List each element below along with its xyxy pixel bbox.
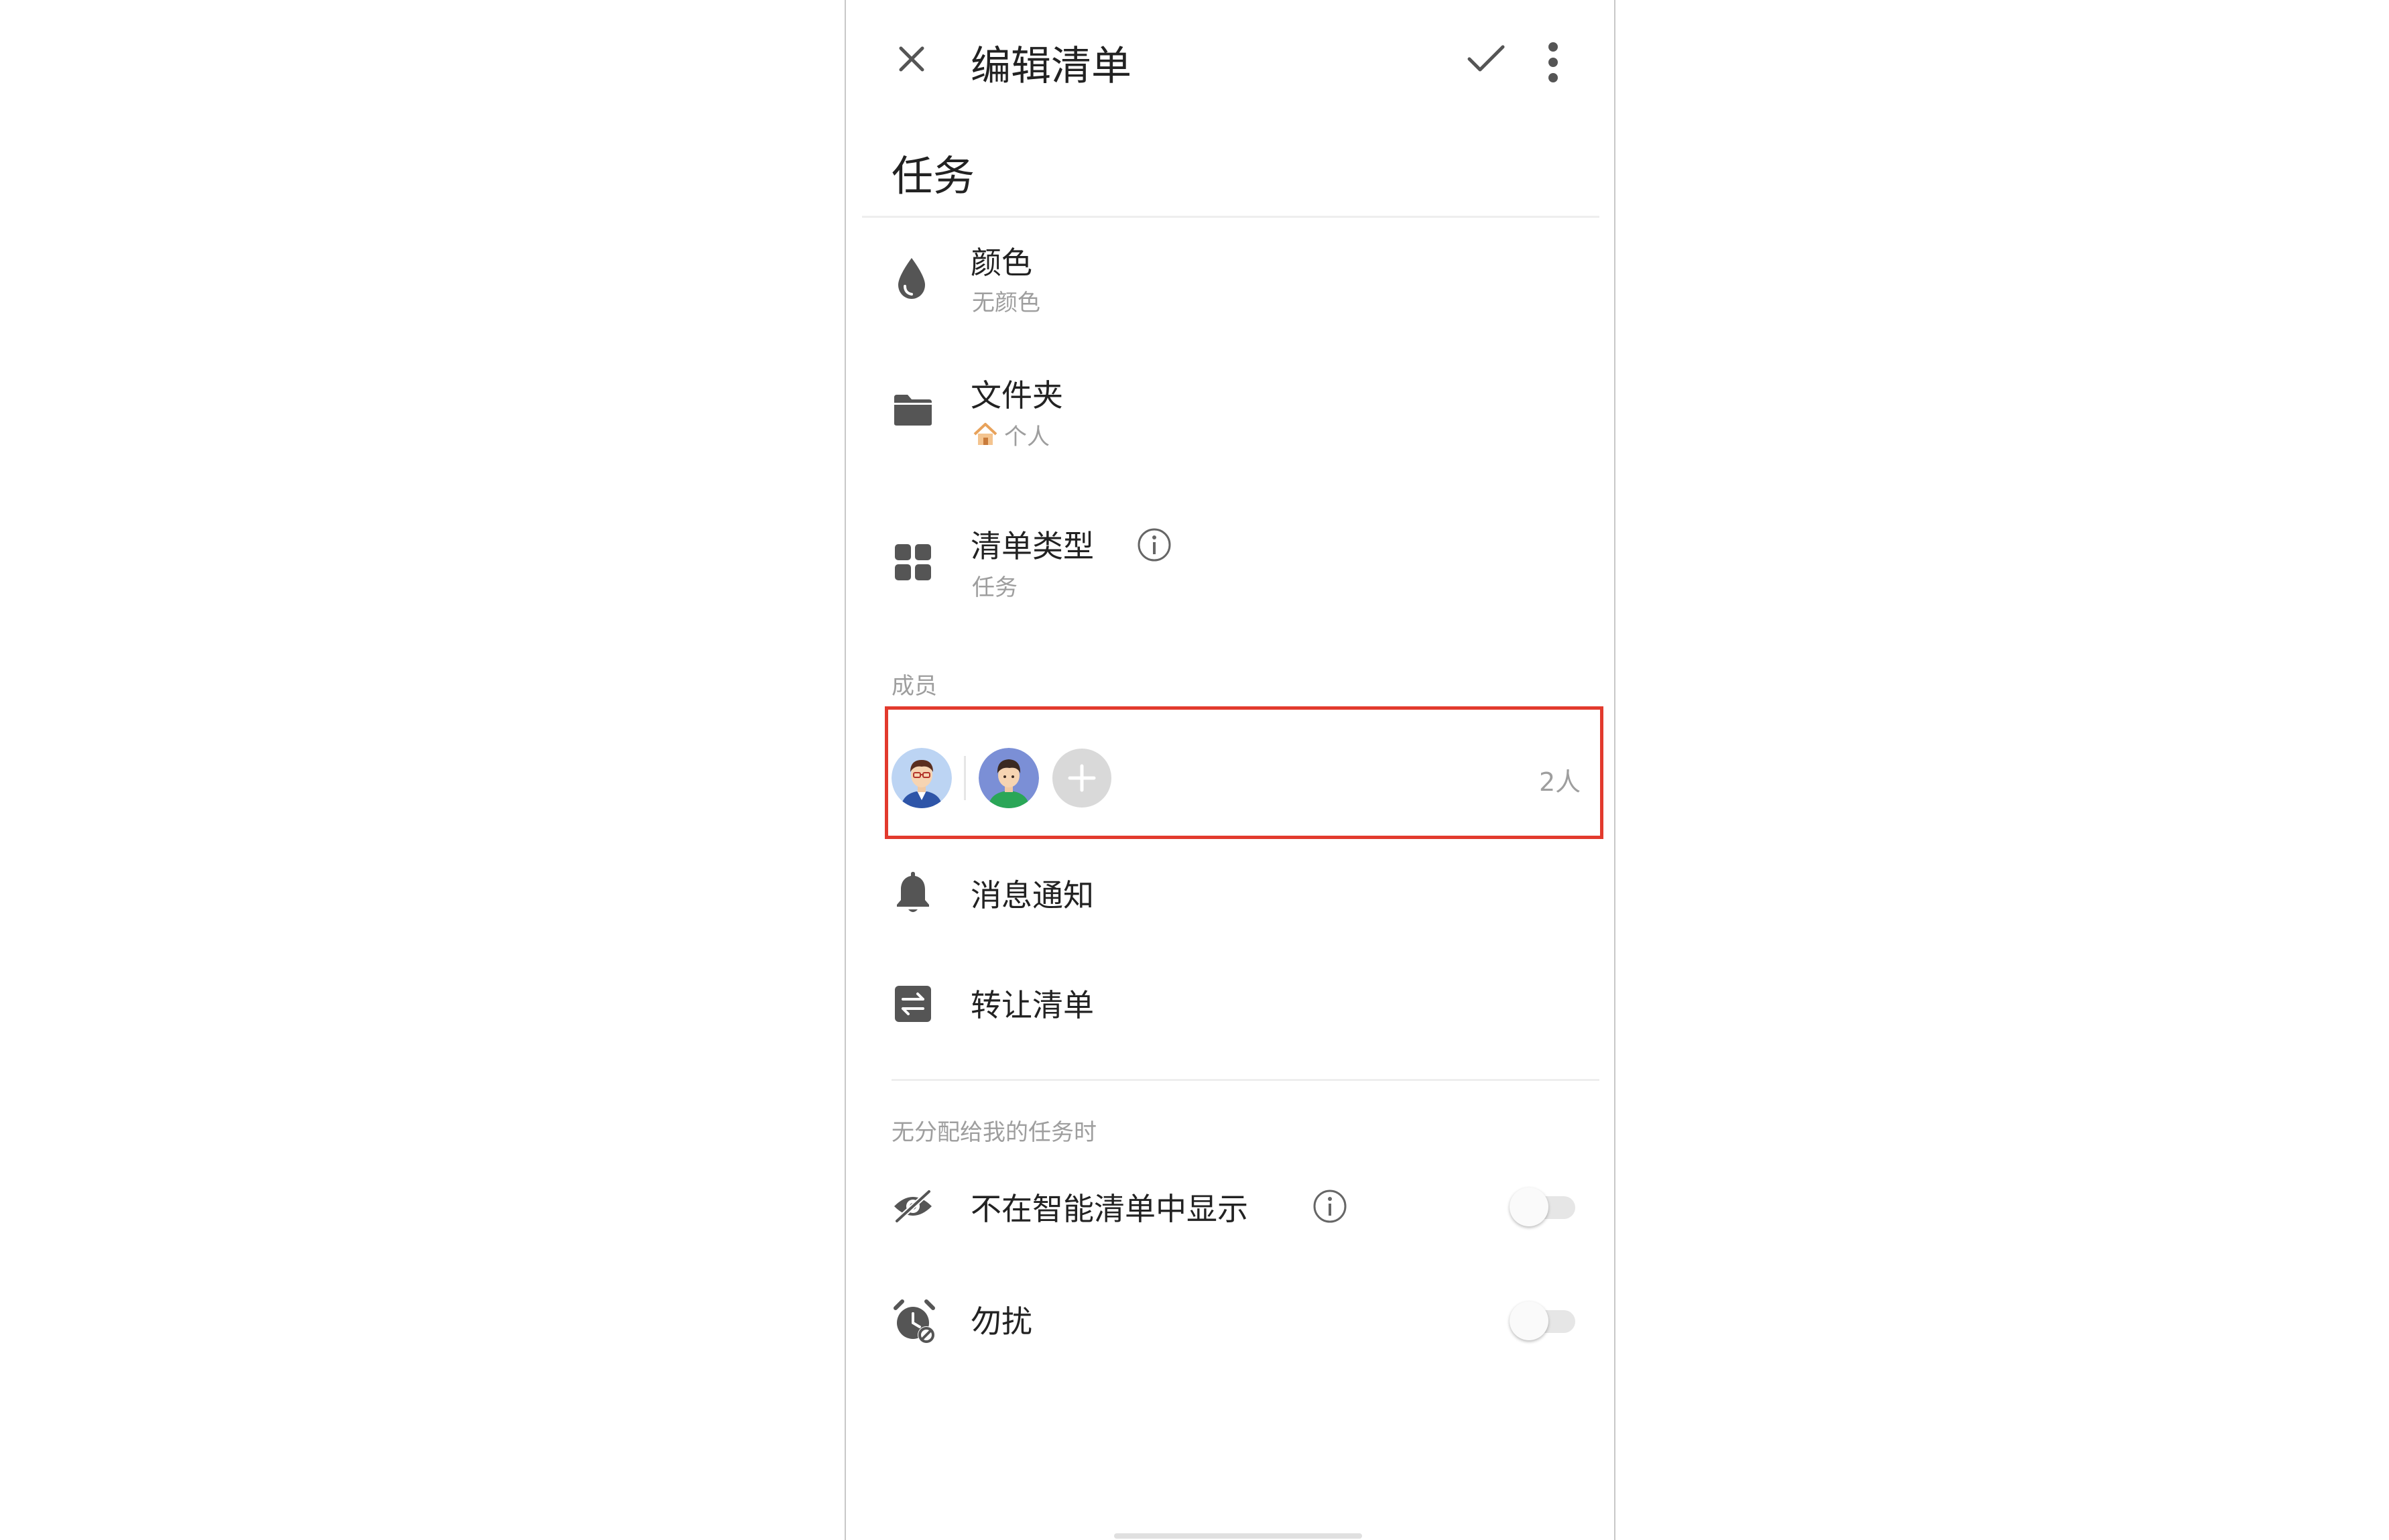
screen: 编辑清单 任务 颜色 无颜色 文件夹 个人 清单类型 任务 成员 2人 消息通知… xyxy=(0,0,2389,1540)
folder-label: 文件夹 xyxy=(971,377,1063,413)
water-drop-icon xyxy=(892,252,932,306)
member-count: 2人 xyxy=(1539,767,1581,797)
page-title: 编辑清单 xyxy=(971,43,1131,90)
color-value: 无颜色 xyxy=(972,290,1040,316)
avatar[interactable] xyxy=(892,748,952,808)
alarm-off-icon xyxy=(890,1297,938,1346)
close-icon[interactable] xyxy=(892,39,932,79)
list-type-value: 任务 xyxy=(972,574,1018,601)
bell-icon xyxy=(892,867,934,918)
members-section-label: 成员 xyxy=(892,673,937,700)
info-icon[interactable] xyxy=(1311,1188,1349,1225)
notifications-label: 消息通知 xyxy=(971,877,1094,913)
swap-icon xyxy=(892,982,934,1025)
do-not-disturb-row: 勿扰 xyxy=(846,1280,1614,1360)
color-label: 颜色 xyxy=(971,245,1032,281)
home-indicator xyxy=(1114,1533,1362,1539)
avatar-separator xyxy=(964,756,966,800)
list-type-label: 清单类型 xyxy=(971,528,1094,564)
hide-smart-list-label: 不在智能清单中显示 xyxy=(971,1191,1248,1227)
unassigned-section-label: 无分配给我的任务时 xyxy=(892,1119,1097,1146)
do-not-disturb-toggle[interactable] xyxy=(1510,1300,1577,1340)
do-not-disturb-label: 勿扰 xyxy=(971,1303,1032,1340)
notifications-row[interactable]: 消息通知 xyxy=(846,852,1614,933)
grid-icon xyxy=(892,541,934,584)
hide-smart-list-row: 不在智能清单中显示 xyxy=(846,1166,1614,1246)
list-type-row[interactable]: 清单类型 任务 xyxy=(846,513,1614,613)
add-member-button[interactable] xyxy=(1052,749,1111,808)
plus-icon xyxy=(1068,764,1096,792)
house-emoji-icon xyxy=(971,420,1000,449)
info-icon[interactable] xyxy=(1136,526,1173,564)
color-row[interactable]: 颜色 无颜色 xyxy=(846,228,1614,328)
more-vert-icon[interactable] xyxy=(1540,39,1567,86)
phone-frame: 编辑清单 任务 颜色 无颜色 文件夹 个人 清单类型 任务 成员 2人 消息通知… xyxy=(845,0,1615,1540)
eye-off-icon xyxy=(890,1185,936,1228)
divider xyxy=(892,1079,1599,1081)
transfer-list-row[interactable]: 转让清单 xyxy=(846,965,1614,1045)
hide-smart-list-toggle[interactable] xyxy=(1510,1186,1577,1226)
folder-value: 个人 xyxy=(1004,424,1050,450)
divider xyxy=(862,216,1599,218)
list-name-field[interactable]: 任务 xyxy=(892,142,975,202)
check-icon[interactable] xyxy=(1463,39,1510,79)
avatar[interactable] xyxy=(979,748,1039,808)
folder-icon xyxy=(892,389,934,432)
folder-row[interactable]: 文件夹 个人 xyxy=(846,362,1614,462)
transfer-list-label: 转让清单 xyxy=(971,987,1094,1023)
